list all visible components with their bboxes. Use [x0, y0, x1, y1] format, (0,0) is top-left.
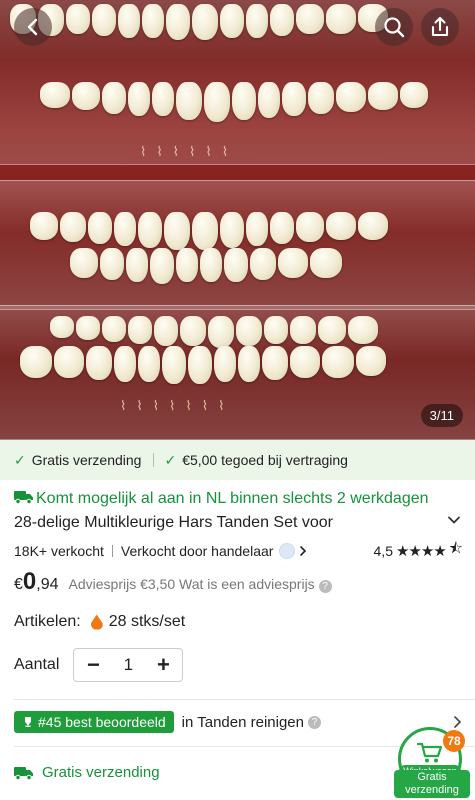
teeth-row	[30, 212, 388, 250]
quantity-label: Aantal	[14, 656, 60, 673]
ranking-row[interactable]: #45 best beoordeeld in Tanden reinigen ?	[14, 711, 462, 733]
search-icon	[384, 17, 405, 38]
cart-free-shipping-label: Gratis verzending	[394, 770, 470, 798]
truck-icon	[14, 491, 33, 504]
check-icon: ✓	[14, 451, 26, 468]
share-icon	[431, 16, 449, 37]
teeth-row	[40, 82, 428, 122]
check-icon: ✓	[164, 451, 177, 468]
seller-link[interactable]: Verkocht door handelaar	[120, 542, 309, 559]
ranking-category: in Tanden reinigen	[181, 713, 304, 731]
product-title-block[interactable]: Komt mogelijk al aan in NL binnen slecht…	[14, 487, 434, 535]
advice-question: Wat is een adviesprijs	[179, 576, 315, 592]
teeth-row	[10, 4, 388, 40]
divider	[153, 453, 155, 467]
shipping-row[interactable]: Gratis verzending	[14, 764, 160, 781]
help-icon: ?	[318, 580, 332, 593]
chevron-right-icon	[454, 716, 462, 728]
articles-label: Artikelen:	[14, 613, 81, 630]
ranking-badge: #45 best beoordeeld	[14, 711, 174, 733]
free-shipping-text: Gratis verzending	[31, 452, 142, 468]
share-button[interactable]	[421, 8, 459, 46]
price-currency: €	[14, 576, 23, 593]
delay-credit-text: €5,00 tegoed bij vertraging	[182, 452, 348, 468]
tray-label: ⌇⌇⌇⌇⌇⌇	[130, 143, 229, 158]
delay-credit-benefit: ✓ €5,00 tegoed bij vertraging	[164, 452, 348, 469]
product-meta-row: 18K+ verkocht Verkocht door handelaar 4,…	[14, 538, 464, 563]
quantity-value[interactable]: 1	[124, 655, 133, 675]
chevron-left-icon	[27, 18, 38, 36]
teeth-row	[70, 248, 342, 284]
teeth-row	[20, 346, 386, 384]
quantity-stepper[interactable]: − 1 +	[73, 648, 184, 682]
quantity-row: Aantal − 1 +	[14, 648, 184, 682]
star-icon: ★★★★	[395, 542, 447, 560]
divider	[14, 699, 475, 700]
seller-badge-icon	[279, 542, 296, 559]
increment-button[interactable]: +	[152, 654, 174, 676]
advice-price-text: Adviesprijs €3,50	[68, 576, 176, 592]
cart-icon	[417, 742, 443, 762]
articles-row: Artikelen: 28 stks/set	[14, 613, 185, 631]
price-row: € 0 ,94 Adviesprijs €3,50 Wat is een adv…	[14, 568, 332, 596]
shipping-label: Gratis verzending	[42, 764, 160, 781]
price-decimal: ,94	[36, 576, 59, 593]
rating-summary[interactable]: 4,5 ★★★★ ⯪	[373, 538, 464, 563]
free-shipping-benefit: ✓ Gratis verzending	[14, 452, 141, 469]
seller-label: Verkocht door handelaar	[120, 542, 274, 559]
truck-icon	[14, 766, 33, 780]
drop-icon	[90, 614, 103, 630]
delivery-note: Komt mogelijk al aan in NL binnen slecht…	[36, 490, 429, 507]
price-integer: 0	[22, 568, 37, 595]
back-button[interactable]	[14, 8, 52, 46]
rating-value: 4,5	[373, 542, 393, 559]
image-counter: 3/11	[420, 404, 463, 427]
divider	[111, 544, 113, 557]
help-icon: ?	[308, 715, 321, 729]
benefit-strip[interactable]: ✓ Gratis verzending ✓ €5,00 tegoed bij v…	[0, 440, 475, 480]
articles-value: 28 stks/set	[108, 613, 186, 630]
sold-count: 18K+ verkocht	[14, 542, 104, 559]
tray-label: ⌇⌇⌇⌇⌇⌇⌇	[120, 398, 235, 413]
search-button[interactable]	[375, 8, 413, 46]
cart-count-badge: 78	[443, 730, 465, 752]
advice-price[interactable]: Adviesprijs €3,50 Wat is een adviesprijs…	[69, 576, 332, 593]
half-star-icon: ⯪	[448, 540, 463, 557]
teeth-row	[50, 316, 378, 348]
decrement-button[interactable]: −	[82, 654, 104, 676]
trophy-icon	[25, 717, 31, 727]
chevron-right-icon	[300, 545, 307, 556]
product-title: 28-delige Multikleurige Hars Tanden Set …	[14, 514, 333, 531]
chevron-down-icon[interactable]	[447, 513, 461, 527]
product-image[interactable]: ⌇⌇⌇⌇⌇⌇ ⌇⌇⌇⌇⌇⌇⌇ 3/11	[0, 0, 475, 440]
ranking-badge-text: #45 best beoordeeld	[38, 714, 166, 730]
